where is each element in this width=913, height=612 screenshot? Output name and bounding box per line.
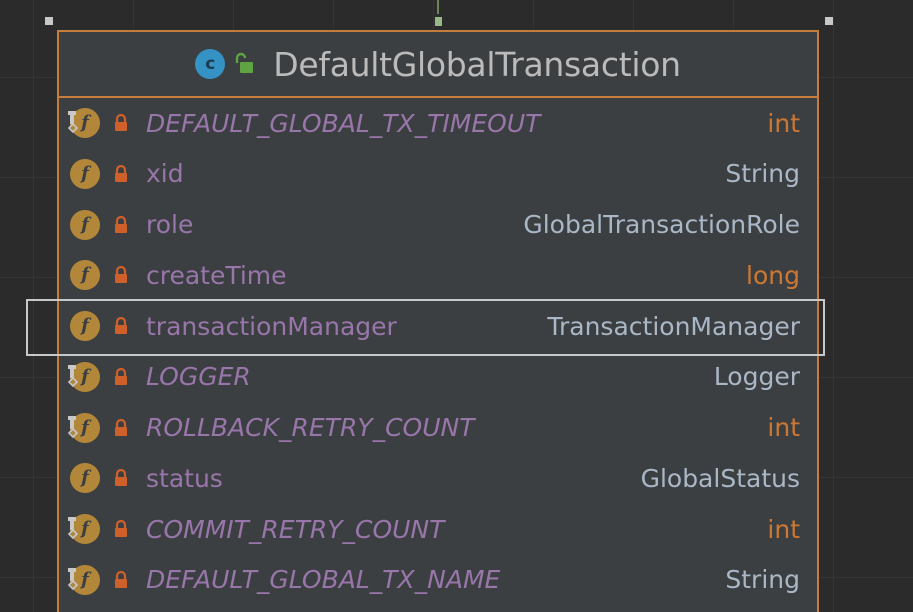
- field-name: role: [146, 210, 194, 239]
- static-pin-icon: [67, 364, 79, 387]
- field-row[interactable]: f transactionManager TransactionManager: [59, 301, 817, 351]
- field-name: status: [146, 463, 223, 493]
- field-icon: f: [70, 209, 100, 240]
- field-row[interactable]: f createTime long: [59, 250, 817, 300]
- field-row[interactable]: f DEFAULT_GLOBAL_TX_NAME String: [59, 555, 817, 605]
- field-row[interactable]: f status GlobalStatus: [59, 453, 817, 503]
- field-type: GlobalStatus: [640, 463, 800, 493]
- field-row[interactable]: f role GlobalTransactionRole: [59, 200, 817, 250]
- field-row[interactable]: f DEFAULT_GLOBAL_TX_TIMEOUT int: [59, 98, 817, 148]
- field-icon: f: [70, 158, 100, 189]
- lock-icon: [115, 215, 127, 233]
- field-row[interactable]: f LOGGER Logger: [59, 352, 817, 402]
- diagram-canvas[interactable]: c DefaultGlobalTransaction f DEFAULT_GLOB…: [0, 0, 913, 612]
- lock-icon: [115, 520, 127, 537]
- field-name: DEFAULT_GLOBAL_TX_NAME: [146, 565, 501, 595]
- field-name: LOGGER: [146, 362, 251, 392]
- resize-handle-top-left[interactable]: [45, 17, 53, 25]
- resize-handle-top-right[interactable]: [825, 17, 833, 25]
- static-pin-icon: [67, 567, 79, 590]
- field-row[interactable]: f COMMIT_RETRY_COUNT int: [59, 504, 817, 554]
- resize-handle-top-middle[interactable]: [435, 17, 442, 26]
- lock-icon: [115, 418, 127, 436]
- field-type: long: [746, 260, 800, 290]
- lock-icon: [115, 317, 127, 334]
- lock-icon: [115, 164, 127, 182]
- field-type: String: [725, 159, 800, 189]
- field-name: xid: [146, 159, 184, 189]
- field-type: GlobalTransactionRole: [523, 210, 800, 239]
- field-icon: f: [70, 463, 100, 494]
- field-type: Logger: [713, 362, 800, 392]
- field-row[interactable]: f xid String: [59, 149, 817, 199]
- static-pin-icon: [67, 517, 79, 540]
- field-type: int: [767, 413, 800, 442]
- field-name: COMMIT_RETRY_COUNT: [146, 514, 445, 544]
- lock-icon: [115, 114, 127, 131]
- unlock-icon: [233, 52, 259, 76]
- lock-icon: [115, 570, 127, 588]
- class-icon: c: [195, 49, 226, 79]
- field-name: ROLLBACK_RETRY_COUNT: [146, 413, 475, 442]
- class-node-header[interactable]: c DefaultGlobalTransaction: [58, 32, 818, 98]
- field-type: TransactionManager: [547, 311, 800, 341]
- field-type: int: [767, 108, 800, 138]
- static-pin-icon: [67, 111, 79, 134]
- lock-icon: [115, 367, 127, 385]
- field-icon: f: [70, 260, 100, 291]
- field-name: DEFAULT_GLOBAL_TX_TIMEOUT: [146, 108, 541, 138]
- lock-icon: [115, 266, 127, 284]
- lock-icon: [115, 469, 127, 487]
- field-name: createTime: [146, 260, 287, 290]
- class-node[interactable]: c DefaultGlobalTransaction f DEFAULT_GLOB…: [57, 30, 819, 612]
- field-type: String: [725, 565, 800, 595]
- field-name: transactionManager: [146, 311, 397, 341]
- field-type: int: [767, 514, 800, 544]
- class-title: DefaultGlobalTransaction: [273, 44, 681, 84]
- edge-connector: [437, 0, 439, 14]
- static-pin-icon: [67, 415, 79, 438]
- field-row[interactable]: f ROLLBACK_RETRY_COUNT int: [59, 403, 817, 453]
- field-icon: f: [70, 311, 100, 341]
